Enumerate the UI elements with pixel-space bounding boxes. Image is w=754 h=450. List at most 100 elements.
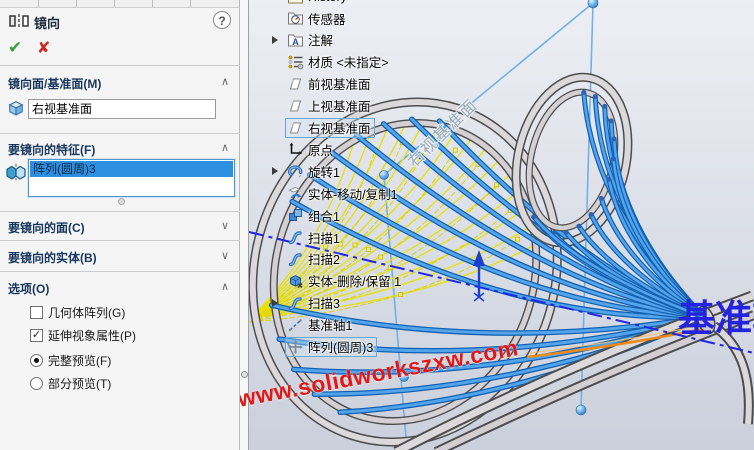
checkbox-row-0: 几何体阵列(G)	[30, 304, 125, 320]
mirror-plane-outline[interactable]	[383, 2, 594, 450]
throat-hub	[696, 305, 716, 335]
tree-item-label: 右视基准面	[308, 122, 371, 136]
tab-separator	[76, 0, 77, 7]
tree-item-label: 注解	[308, 34, 334, 49]
chevron-down-icon[interactable]: ∨	[221, 249, 229, 262]
chevron-up-icon[interactable]: ∧	[221, 280, 229, 293]
radio-unselected[interactable]	[30, 376, 43, 390]
section-bodies-header[interactable]: 要镜向的实体(B)	[8, 249, 97, 266]
tree-item-annotations[interactable]: 注解	[272, 30, 337, 50]
sweep-icon	[287, 251, 304, 267]
tree-item-axis1[interactable]: 基准轴1	[285, 315, 356, 335]
selected-feature-item[interactable]: 阵列(圆周)3	[30, 161, 233, 177]
tree-item-combine1[interactable]: 组合1	[285, 205, 344, 225]
tab-separator	[190, 0, 191, 7]
pattern-direction-arrow[interactable]	[473, 250, 485, 302]
tree-item-label: 扫描1	[308, 231, 340, 246]
plane-icon	[287, 120, 304, 136]
right-rim[interactable]	[500, 66, 643, 254]
features-listbox[interactable]: 阵列(圆周)3	[28, 159, 235, 197]
tree-item-cirpattern3[interactable]: 阵列(圆周)3	[285, 336, 378, 357]
checkbox-unchecked[interactable]	[30, 305, 43, 319]
radio-label: 部分预览(T)	[48, 376, 112, 391]
tree-item-origin[interactable]: 原点	[285, 139, 337, 159]
chevron-down-icon[interactable]: ∨	[221, 219, 229, 232]
revolve-icon	[287, 163, 304, 179]
tree-item-right-plane[interactable]: 右视基准面	[285, 117, 375, 138]
checkbox-checked[interactable]: ✓	[30, 328, 43, 342]
orange-selected-edge[interactable]	[526, 327, 703, 359]
listbox-resize-handle[interactable]	[118, 198, 125, 205]
tree-item-body-delete-keep1[interactable]: 实体-删除/保留 1	[285, 271, 405, 291]
tab-separator	[114, 0, 115, 7]
tree-item-label: History	[304, 0, 347, 4]
divider	[0, 133, 240, 134]
mirror-header-icon	[9, 14, 29, 28]
tree-item-sweep1[interactable]: 扫描1	[285, 227, 344, 247]
radio-row-1: 部分预览(T)	[30, 375, 111, 391]
material-icon	[287, 54, 304, 70]
section-features-header[interactable]: 要镜向的特征(F)	[8, 141, 95, 158]
expand-arrow-icon[interactable]	[272, 298, 278, 307]
checkbox-row-1: ✓ 延伸视象属性(P)	[30, 327, 136, 343]
pattern-ribs[interactable]	[531, 90, 707, 320]
chevron-up-icon[interactable]: ∧	[221, 75, 229, 88]
watermark-text: www.solidworkszxw.com	[235, 334, 521, 412]
tree-item-front-plane[interactable]: 前视基准面	[285, 74, 375, 94]
tree-item-sensors[interactable]: 传感器	[285, 8, 350, 28]
chevron-up-icon[interactable]: ∧	[221, 141, 229, 154]
tree-item-label: 前视基准面	[308, 78, 371, 93]
section-mirror-plane-header[interactable]: 镜向面/基准面(M)	[8, 75, 101, 92]
plane-icon	[287, 98, 304, 114]
tree-item-sweep2[interactable]: 扫描2	[285, 249, 344, 269]
divider	[0, 211, 240, 212]
solidworks-window: { "panel": { "title": "镜向", "help_glyph"…	[0, 0, 754, 450]
panel-splitter[interactable]	[240, 0, 249, 450]
panel-buttons: ✔ ✘	[0, 38, 239, 60]
section-faces-header[interactable]: 要镜向的面(C)	[8, 219, 85, 236]
help-icon[interactable]: ?	[213, 11, 231, 29]
tree-item-label: 实体-移动/复制1	[308, 187, 398, 202]
tree-item-label: 材质 <未指定>	[308, 56, 389, 71]
circular-pattern-icon	[287, 339, 304, 355]
tree-item-label: 组合1	[308, 209, 340, 224]
panel-title: 镜向	[34, 16, 61, 31]
tree-item-label: 扫描2	[308, 253, 340, 268]
tree-item-top-plane[interactable]: 上视基准面	[285, 96, 375, 116]
section-options-header[interactable]: 选项(O)	[8, 280, 49, 297]
annotation-folder-icon	[287, 32, 304, 48]
cancel-button[interactable]: ✘	[37, 38, 50, 58]
property-manager-tabs[interactable]	[0, 0, 239, 8]
panel-title-row: 镜向 ?	[0, 10, 239, 34]
move-copy-icon	[287, 185, 304, 201]
tree-item-history[interactable]: History	[285, 0, 351, 7]
mirror-plane-input[interactable]: 右视基准面	[28, 99, 216, 119]
radio-selected[interactable]	[30, 353, 43, 367]
tree-item-label: 旋转1	[308, 165, 340, 180]
splitter-handle[interactable]	[241, 371, 248, 378]
property-manager-panel: 镜向 ? ✔ ✘ 镜向面/基准面(M) ∧ 右视基准面 要镜向的特征(F) ∧ …	[0, 0, 240, 450]
tree-item-label: 扫描3	[308, 297, 340, 312]
plane-cube-icon	[6, 98, 26, 118]
tree-item-label: 上视基准面	[308, 100, 371, 115]
tree-item-label: 实体-删除/保留 1	[308, 275, 402, 290]
sweep-icon	[287, 295, 304, 311]
tree-item-body-move-copy1[interactable]: 实体-移动/复制1	[285, 183, 402, 203]
tree-item-material[interactable]: 材质 <未指定>	[285, 52, 393, 72]
plane-label-3d: 右视基准面	[404, 95, 481, 170]
tree-item-label: 原点	[308, 143, 334, 158]
tree-item-revolve1[interactable]: 旋转1	[272, 161, 344, 181]
expand-arrow-icon[interactable]	[272, 35, 278, 44]
tab-separator	[152, 0, 153, 7]
tree-item-label: 基准轴1	[308, 319, 353, 334]
expand-arrow-icon[interactable]	[272, 167, 278, 176]
tree-item-sweep3[interactable]: 扫描3	[272, 293, 344, 313]
ok-button[interactable]: ✔	[8, 38, 22, 58]
origin-icon	[287, 141, 304, 157]
divider	[0, 240, 240, 241]
divider	[0, 271, 240, 272]
delete-body-icon	[287, 273, 304, 289]
checkbox-label: 延伸视象属性(P)	[48, 328, 136, 343]
orange-edge-highlight	[529, 325, 699, 354]
axis-label: 基准轴1	[678, 298, 754, 339]
